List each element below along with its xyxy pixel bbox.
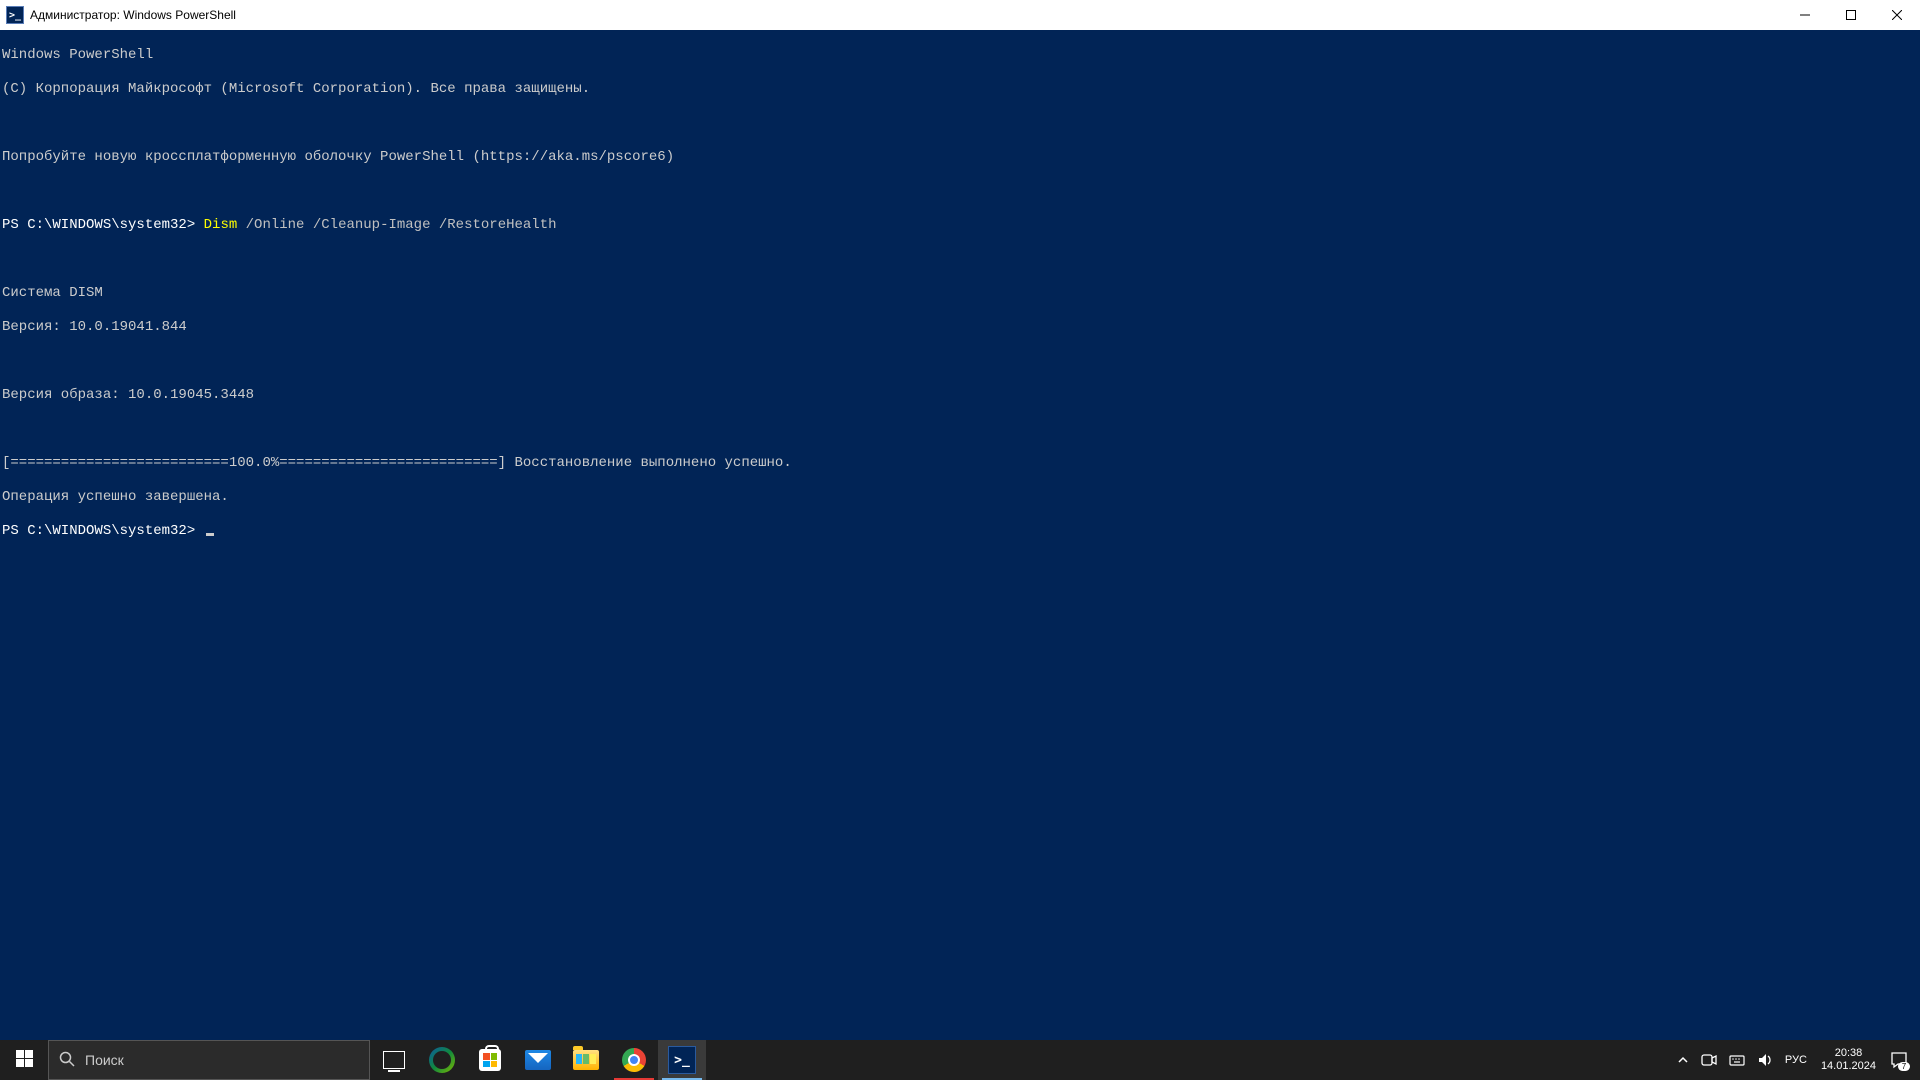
terminal-line: Версия: 10.0.19041.844	[2, 319, 1918, 336]
terminal-line: Операция успешно завершена.	[2, 489, 1918, 506]
taskbar-app-mail[interactable]	[514, 1040, 562, 1080]
task-view-icon	[383, 1051, 405, 1069]
window-controls	[1782, 0, 1920, 30]
tray-keyboard[interactable]	[1723, 1040, 1751, 1080]
search-placeholder: Поиск	[85, 1052, 124, 1068]
terminal-line: Версия образа: 10.0.19045.3448	[2, 387, 1918, 404]
tray-meet-now[interactable]	[1695, 1040, 1723, 1080]
tray-date: 14.01.2024	[1821, 1060, 1876, 1073]
microsoft-store-icon	[479, 1049, 501, 1071]
tray-language[interactable]: РУС	[1779, 1040, 1813, 1080]
window-title: Администратор: Windows PowerShell	[30, 8, 236, 22]
terminal-line	[2, 251, 1918, 268]
system-tray: РУС 20:38 14.01.2024 7	[1671, 1040, 1920, 1080]
tray-clock[interactable]: 20:38 14.01.2024	[1813, 1047, 1884, 1073]
taskbar-search[interactable]: Поиск	[48, 1040, 370, 1080]
search-icon	[59, 1051, 75, 1070]
powershell-taskbar-icon: >_	[668, 1046, 696, 1074]
notification-badge: 7	[1898, 1062, 1910, 1071]
taskbar-app-store[interactable]	[466, 1040, 514, 1080]
terminal-line: PS C:\WINDOWS\system32> Dism /Online /Cl…	[2, 217, 1918, 234]
tray-volume[interactable]	[1751, 1040, 1779, 1080]
terminal-line: PS C:\WINDOWS\system32>	[2, 523, 1918, 540]
chrome-icon	[622, 1048, 646, 1072]
windows-logo-icon	[16, 1050, 33, 1070]
tray-time: 20:38	[1835, 1047, 1863, 1060]
cursor-icon	[206, 533, 214, 536]
edge-icon	[429, 1047, 455, 1073]
taskbar-app-edge[interactable]	[418, 1040, 466, 1080]
file-explorer-icon	[573, 1050, 599, 1070]
taskbar-pinned-apps: >_	[418, 1040, 706, 1080]
mail-icon	[525, 1050, 551, 1070]
maximize-button[interactable]	[1828, 0, 1874, 30]
terminal-output[interactable]: Windows PowerShell (C) Корпорация Майкро…	[0, 30, 1920, 1050]
taskbar-app-explorer[interactable]	[562, 1040, 610, 1080]
terminal-line: [==========================100.0%=======…	[2, 455, 1918, 472]
taskbar-app-chrome[interactable]	[610, 1040, 658, 1080]
minimize-button[interactable]	[1782, 0, 1828, 30]
terminal-line	[2, 115, 1918, 132]
terminal-line	[2, 353, 1918, 370]
powershell-window: >_ Администратор: Windows PowerShell Win…	[0, 0, 1920, 1050]
taskbar: Поиск >_ РУС 20:38 14.01.2024	[0, 1040, 1920, 1080]
terminal-line: Попробуйте новую кроссплатформенную обол…	[2, 149, 1918, 166]
tray-notifications[interactable]: 7	[1884, 1040, 1914, 1080]
window-titlebar[interactable]: >_ Администратор: Windows PowerShell	[0, 0, 1920, 30]
task-view-button[interactable]	[370, 1040, 418, 1080]
powershell-icon: >_	[6, 6, 24, 24]
notification-icon: 7	[1890, 1051, 1908, 1069]
terminal-line	[2, 183, 1918, 200]
terminal-line: Cистема DISM	[2, 285, 1918, 302]
close-button[interactable]	[1874, 0, 1920, 30]
tray-overflow-button[interactable]	[1671, 1040, 1695, 1080]
terminal-line: Windows PowerShell	[2, 47, 1918, 64]
start-button[interactable]	[0, 1040, 48, 1080]
taskbar-app-powershell[interactable]: >_	[658, 1040, 706, 1080]
terminal-line: (C) Корпорация Майкрософт (Microsoft Cor…	[2, 81, 1918, 98]
terminal-line	[2, 421, 1918, 438]
